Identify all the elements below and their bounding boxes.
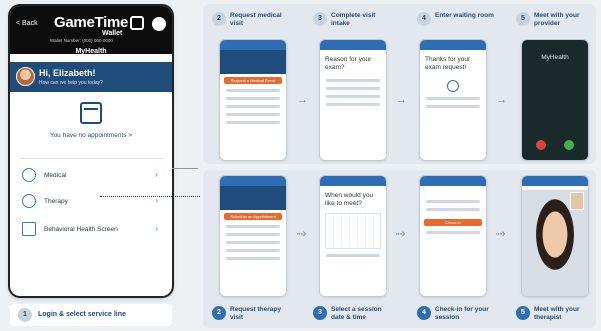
request-medical-button[interactable]: Request a Medical Event	[224, 77, 282, 84]
connector-medical	[172, 168, 198, 169]
step-number: 4	[417, 12, 431, 26]
step-text: Enter waiting room	[435, 12, 494, 19]
screen-header	[420, 40, 486, 50]
phone-header: < Back GameTime Wallet Wallet Number: (0…	[10, 6, 172, 55]
screen-request-medical: Request a Medical Event	[220, 40, 286, 160]
greeting-text: Hi, Elizabeth!	[39, 68, 96, 78]
screen-hero	[220, 186, 286, 210]
step-text: Check-in for your session	[435, 306, 489, 321]
appointments-link[interactable]: You have no appointments >	[20, 132, 162, 139]
session-title: When would you like to meet?	[325, 192, 374, 207]
profile-icon[interactable]	[152, 17, 166, 31]
step-number: 3	[313, 306, 327, 320]
connector-therapy	[100, 196, 200, 197]
step-text: Request therapy visit	[230, 306, 281, 321]
arrow-icon: →	[297, 94, 308, 106]
back-button[interactable]: < Back	[16, 20, 38, 27]
self-view-thumbnail	[570, 192, 584, 210]
arrow-icon: ····›	[495, 228, 505, 240]
service-label: Behavioral Health Screen	[44, 226, 118, 233]
step-text: Select a session date & time	[331, 306, 382, 321]
step-number: 2	[212, 12, 226, 26]
arrow-icon: →	[496, 94, 507, 106]
member-number: Wallet Number: (000) 000-0000	[50, 38, 113, 43]
heart-icon	[447, 80, 459, 92]
intake-title: Reason for your exam?	[325, 56, 372, 71]
step-text: Meet with your therapist	[534, 306, 580, 321]
step-text: Complete visit intake	[331, 12, 376, 27]
chevron-right-icon: ›	[155, 224, 158, 233]
brand-title: GameTime	[54, 14, 129, 31]
step-number: 5	[516, 306, 530, 320]
step-number: 4	[417, 306, 431, 320]
wallet-icon	[130, 16, 144, 30]
step-text: Meet with your provider	[534, 12, 580, 27]
therapy-icon	[22, 194, 36, 208]
service-therapy[interactable]: Therapy ›	[22, 192, 164, 212]
step-login: 1 Login & select service line	[10, 304, 172, 326]
step-number: 2	[212, 306, 226, 320]
screen-header	[220, 176, 286, 186]
screen-video-therapist	[522, 176, 588, 296]
stethoscope-icon	[22, 168, 36, 182]
step-number: 1	[18, 308, 32, 322]
screen-video-provider: MyHealth	[522, 40, 588, 160]
chevron-right-icon: ›	[155, 196, 158, 205]
screen-header	[220, 40, 286, 50]
step-text: Request medical visit	[230, 12, 282, 27]
screen-request-therapy: Schedule an Appointment	[220, 176, 286, 296]
service-label: Therapy	[44, 198, 68, 205]
greeting-banner: Hi, Elizabeth! How can we help you today…	[10, 62, 172, 92]
answer-call-icon[interactable]	[564, 140, 574, 150]
waiting-title: Thanks for your exam request!	[425, 56, 471, 71]
screen-hero	[220, 50, 286, 74]
screen-header	[320, 176, 386, 186]
clipboard-icon	[22, 222, 36, 236]
service-label: Medical	[44, 172, 67, 179]
session-calendar[interactable]	[325, 213, 381, 249]
divider	[18, 158, 164, 159]
screen-header	[420, 176, 486, 186]
appointments-card[interactable]: You have no appointments >	[20, 102, 162, 139]
screen-waiting-room: Thanks for your exam request!	[420, 40, 486, 160]
service-medical[interactable]: Medical ›	[22, 166, 164, 186]
arrow-icon: →	[396, 94, 407, 106]
avatar	[16, 67, 35, 86]
main-phone: < Back GameTime Wallet Wallet Number: (0…	[10, 6, 172, 296]
step-number: 5	[516, 12, 530, 26]
wallet-label: Wallet	[102, 30, 123, 37]
chevron-right-icon: ›	[155, 170, 158, 179]
screen-check-in: Check in	[420, 176, 486, 296]
screen-header	[320, 40, 386, 50]
step-text: Login & select service line	[38, 311, 126, 318]
greeting-prompt: How can we help you today?	[39, 80, 103, 86]
step-number: 3	[313, 12, 327, 26]
check-in-button[interactable]: Check in	[424, 219, 482, 226]
arrow-icon: ····›	[395, 228, 405, 240]
provider-label: MyHealth	[541, 54, 569, 61]
arrow-icon: ····›	[296, 228, 306, 240]
section-title: MyHealth	[75, 48, 107, 55]
calendar-icon	[80, 102, 102, 124]
screen-intake: Reason for your exam?	[320, 40, 386, 160]
schedule-appointment-button[interactable]: Schedule an Appointment	[224, 213, 282, 220]
screen-header	[522, 176, 588, 186]
end-call-icon[interactable]	[536, 140, 546, 150]
screen-select-session: When would you like to meet?	[320, 176, 386, 296]
service-behavioral-health[interactable]: Behavioral Health Screen ›	[22, 220, 164, 240]
